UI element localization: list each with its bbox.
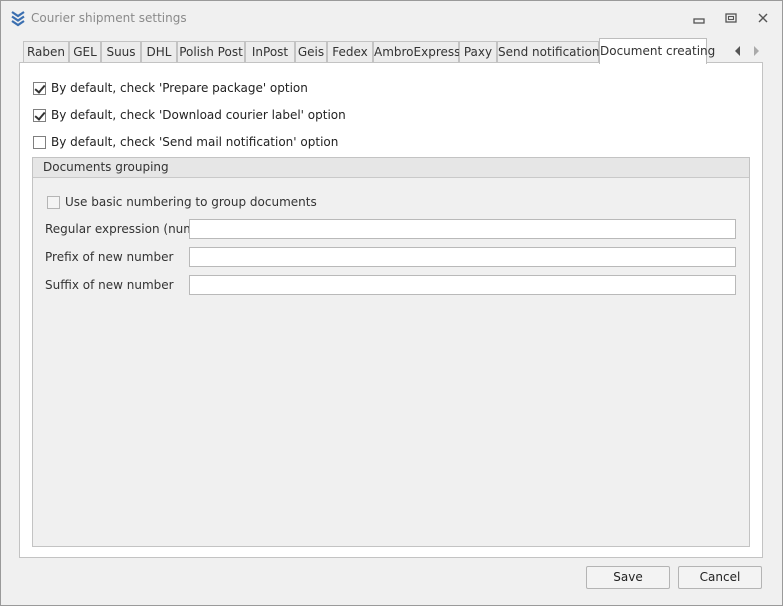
suffix-input[interactable] [189,275,736,295]
tab-paxy[interactable]: Paxy [459,41,497,63]
download-label-label: By default, check 'Download courier labe… [51,108,346,122]
prepare-package-option[interactable]: By default, check 'Prepare package' opti… [33,80,308,96]
prefix-label: Prefix of new number [45,250,174,264]
tab-ambroexpress[interactable]: AmbroExpress [373,41,460,63]
tab-fedex[interactable]: Fedex [327,41,373,63]
group-title: Documents grouping [33,158,749,178]
tab-scroll-right-icon[interactable] [751,45,761,57]
documents-grouping-group: Documents grouping Use basic numbering t… [32,157,750,547]
prefix-input[interactable] [189,247,736,267]
send-mail-label: By default, check 'Send mail notificatio… [51,135,339,149]
basic-numbering-checkbox[interactable] [47,195,60,209]
send-mail-checkbox[interactable] [33,135,46,149]
minimize-icon[interactable] [691,10,707,26]
prepare-package-label: By default, check 'Prepare package' opti… [51,81,308,95]
basic-numbering-label: Use basic numbering to group documents [65,195,317,209]
download-label-option[interactable]: By default, check 'Download courier labe… [33,107,346,123]
close-icon[interactable] [755,10,771,26]
tab-geis[interactable]: Geis [295,41,327,63]
tab-suus[interactable]: Suus [101,41,141,63]
prepare-package-checkbox[interactable] [33,81,46,95]
tab-inpost[interactable]: InPost [245,41,295,63]
window-title: Courier shipment settings [31,11,187,25]
save-button[interactable]: Save [586,566,670,589]
tab-raben[interactable]: Raben [23,41,69,63]
restore-icon[interactable] [723,10,739,26]
tab-document-creating[interactable]: Document creating [599,38,715,64]
tab-polish-post[interactable]: Polish Post [177,41,245,63]
send-mail-option[interactable]: By default, check 'Send mail notificatio… [33,134,338,150]
download-label-checkbox[interactable] [33,108,46,122]
title-bar: Courier shipment settings [1,1,782,35]
stacked-chevrons-icon [11,11,25,27]
dialog-window: Courier shipment settings Raben GEL Suus… [0,0,783,606]
tab-send-notifications[interactable]: Send notifications [497,41,606,63]
document-creating-panel: By default, check 'Prepare package' opti… [19,62,763,558]
cancel-button[interactable]: Cancel [678,566,762,589]
basic-numbering-option[interactable]: Use basic numbering to group documents [47,194,317,210]
regex-input[interactable] [189,219,736,239]
tab-gel[interactable]: GEL [69,41,101,63]
tab-scroll-left-icon[interactable] [733,45,743,57]
tab-dhl[interactable]: DHL [141,41,177,63]
suffix-label: Suffix of new number [45,278,174,292]
